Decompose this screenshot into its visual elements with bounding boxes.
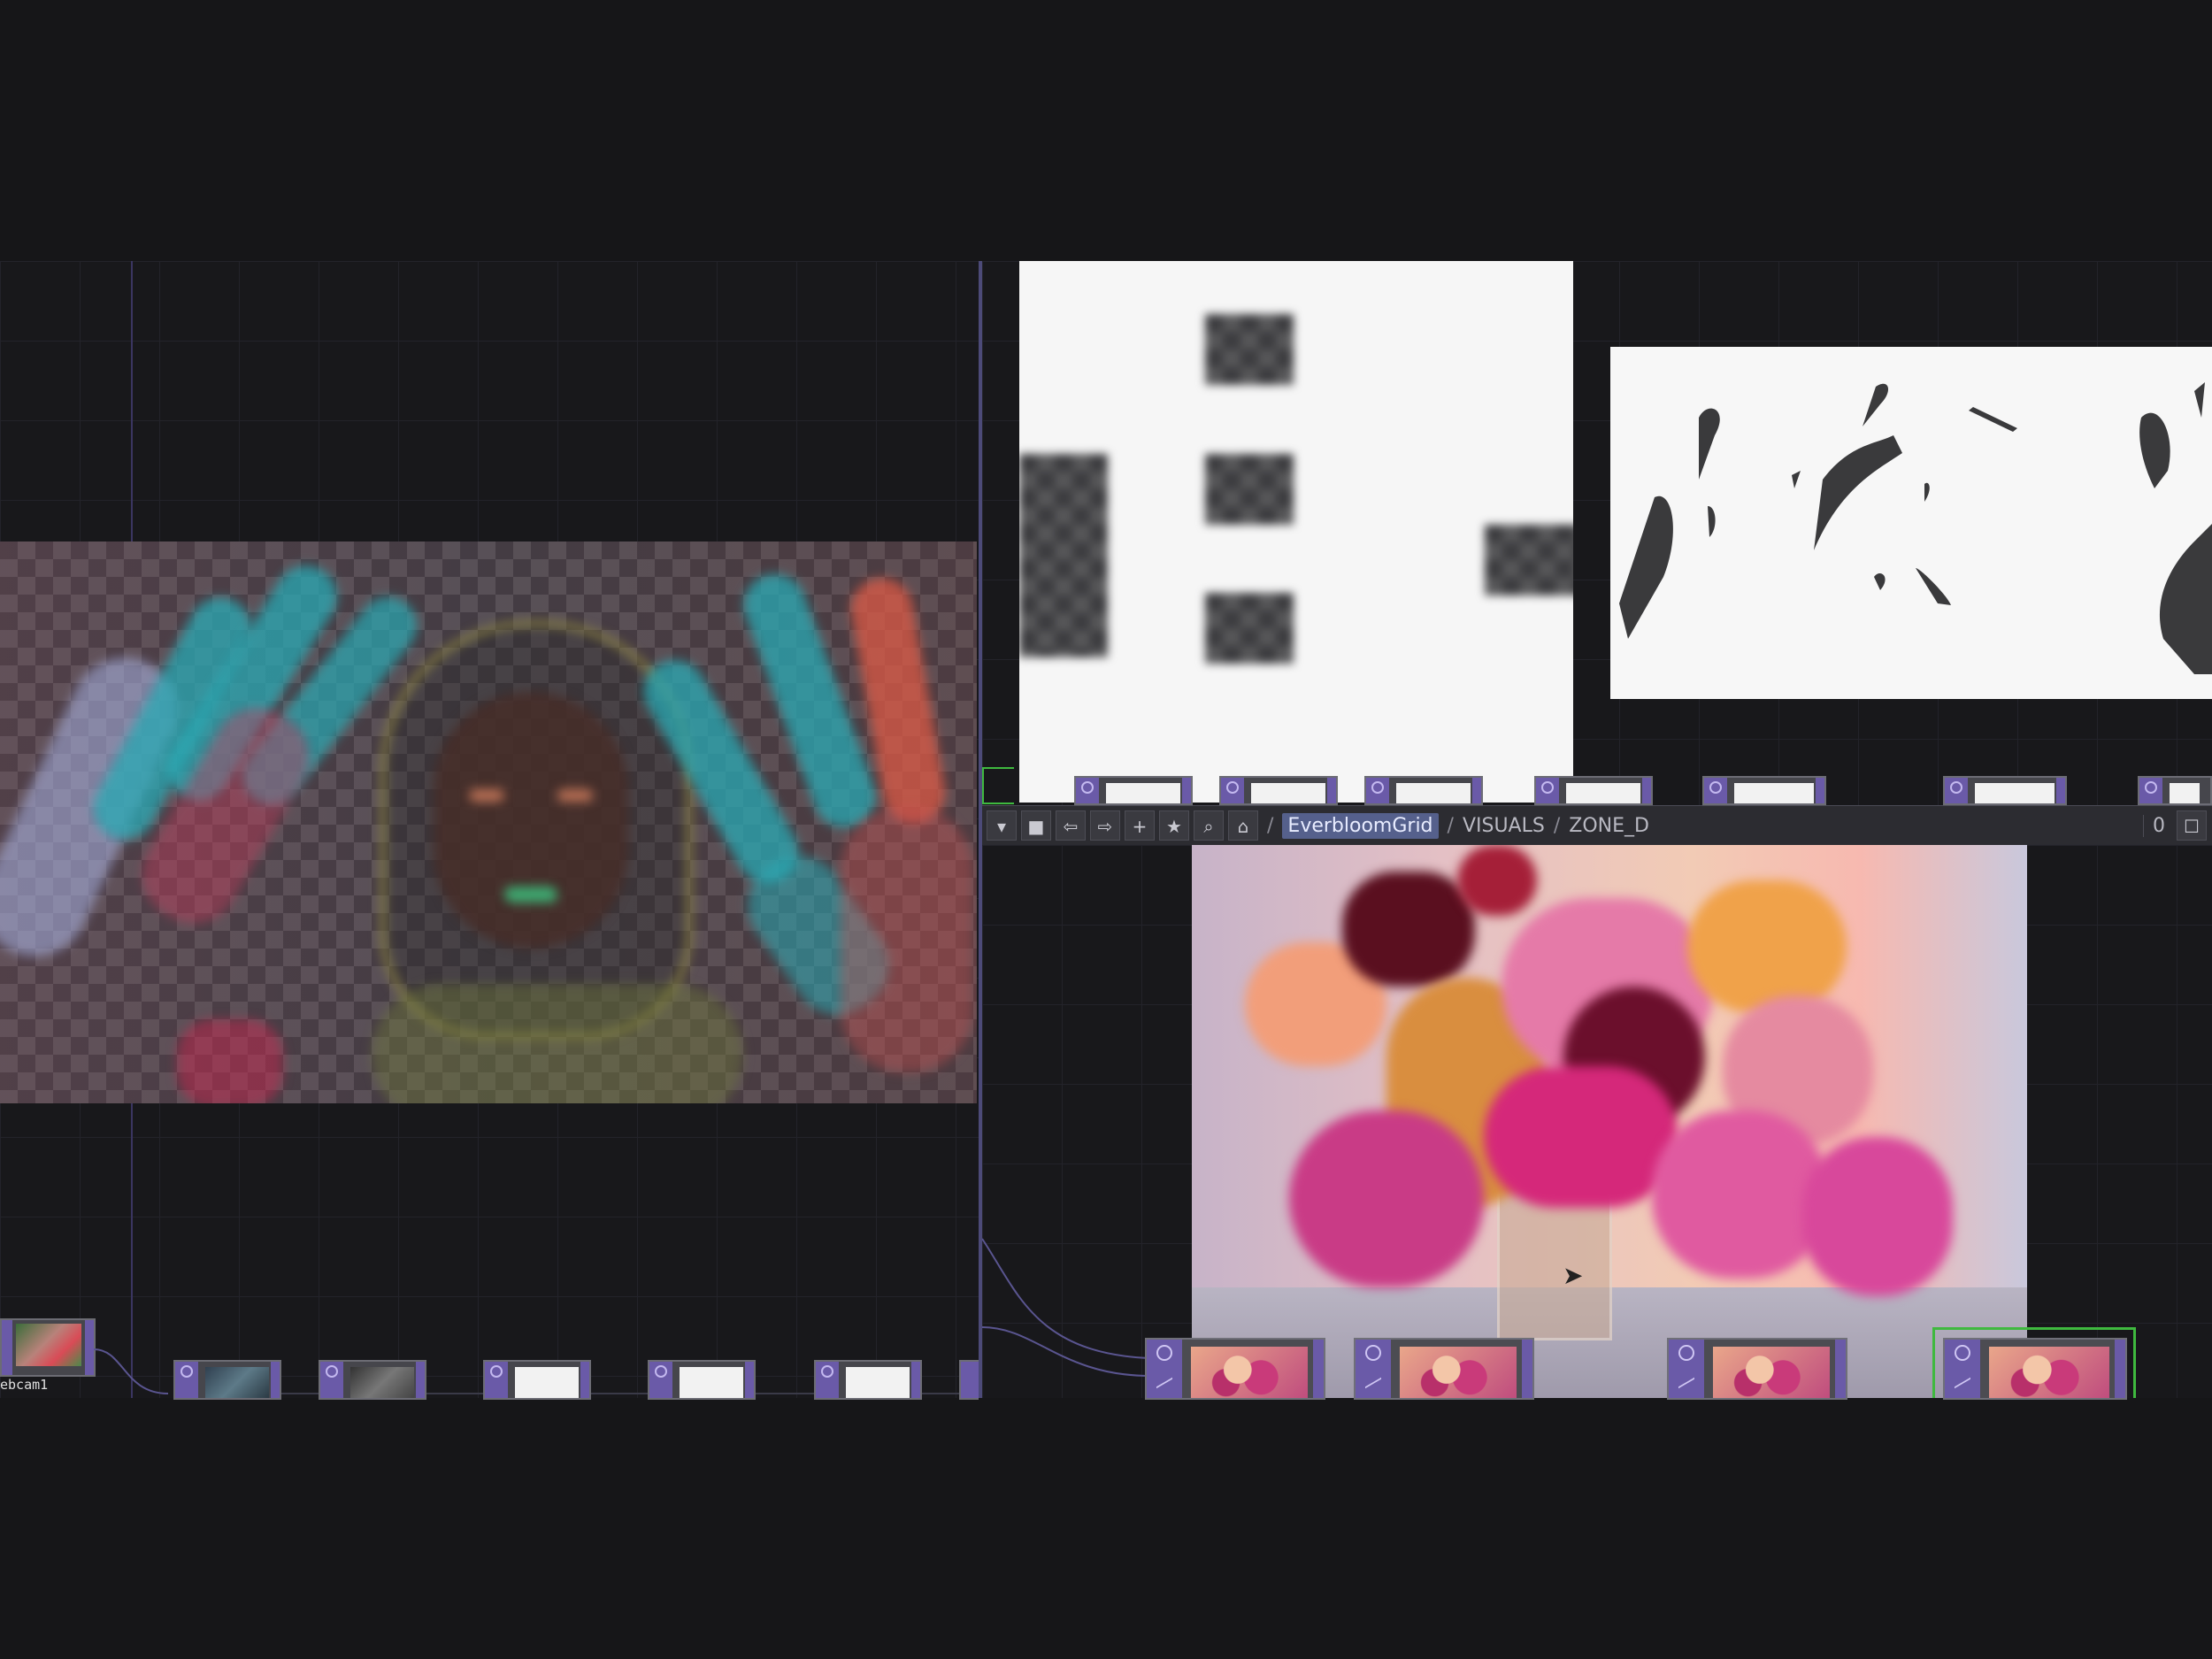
effect-node-3[interactable] [483, 1360, 591, 1400]
arrow-left-icon[interactable]: ⇦ [1056, 810, 1086, 841]
breadcrumb-separator: / [1553, 814, 1561, 837]
plus-icon[interactable]: + [1125, 810, 1155, 841]
effect-node-6[interactable] [959, 1360, 980, 1400]
network-toolbar: ▾ ■ ⇦ ⇨ + ★ ⌕ ⌂ / EverbloomGrid / VISUAL… [982, 805, 2212, 846]
search-icon[interactable]: ⌕ [1194, 810, 1224, 841]
home-icon[interactable]: ⌂ [1228, 810, 1258, 841]
node-connections-right [982, 1238, 1151, 1377]
arrow-right-icon[interactable]: ⇨ [1090, 810, 1120, 841]
mask-node-6[interactable] [1943, 776, 2067, 805]
frame-counter: 0 [2143, 814, 2165, 837]
image-node-1[interactable] [1145, 1338, 1325, 1400]
breadcrumb-separator: / [1447, 814, 1454, 837]
image-node-4[interactable] [1943, 1338, 2127, 1400]
image-node-3[interactable] [1667, 1338, 1847, 1400]
mask-node-2[interactable] [1219, 776, 1338, 805]
mask-node-7[interactable] [2138, 776, 2212, 805]
effect-node-4[interactable] [648, 1360, 756, 1400]
stop-icon[interactable]: ■ [1021, 810, 1051, 841]
breadcrumb-zone-d[interactable]: ZONE_D [1569, 815, 1649, 837]
mask-node-5[interactable] [1702, 776, 1826, 805]
path-root: / [1267, 814, 1274, 837]
webcam-effect-viewer [0, 541, 977, 1103]
image-node-2[interactable] [1354, 1338, 1534, 1400]
mask-viewer-squares [1019, 261, 1573, 803]
mask-viewer-contours [1610, 347, 2212, 699]
breadcrumb-visuals[interactable]: VISUALS [1463, 815, 1545, 837]
mask-node-3[interactable] [1364, 776, 1483, 805]
maximize-icon[interactable]: ☐ [2177, 810, 2207, 841]
effect-node-2[interactable] [319, 1360, 426, 1400]
selected-node-edge [982, 767, 1014, 804]
mouse-cursor: ➤ [1563, 1261, 1584, 1290]
flower-image-viewer: ➤ [1192, 845, 2027, 1398]
chevron-down-icon[interactable]: ▾ [987, 810, 1017, 841]
mask-node-4[interactable] [1534, 776, 1653, 805]
mask-node-1[interactable] [1074, 776, 1193, 805]
effect-node-1[interactable] [173, 1360, 281, 1400]
star-icon[interactable]: ★ [1159, 810, 1189, 841]
effect-node-5[interactable] [814, 1360, 922, 1400]
breadcrumb-everbloomgrid[interactable]: EverbloomGrid [1282, 812, 1439, 839]
